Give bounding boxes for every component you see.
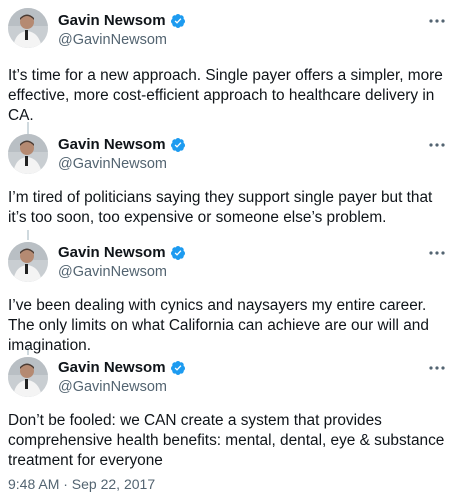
- verified-badge-icon: [170, 138, 185, 152]
- person-avatar-icon: [8, 242, 48, 282]
- author-handle[interactable]: @GavinNewsom: [58, 31, 167, 49]
- person-avatar-icon: [8, 357, 48, 397]
- tweet-text: It’s time for a new approach. Single pay…: [8, 67, 443, 124]
- verified-badge-icon: [170, 246, 185, 260]
- tweet[interactable]: Gavin Newsom @GavinNewsom I’m tired of p…: [0, 124, 460, 234]
- author-handle[interactable]: @GavinNewsom: [58, 378, 167, 396]
- author-name-row[interactable]: Gavin Newsom: [58, 244, 186, 262]
- avatar[interactable]: [8, 242, 48, 282]
- tweet[interactable]: Gavin Newsom @GavinNewsom Don’t be foole…: [0, 347, 460, 475]
- person-avatar-icon: [8, 134, 48, 174]
- tweet[interactable]: Gavin Newsom @GavinNewsom It’s time for …: [0, 0, 460, 124]
- author-name[interactable]: Gavin Newsom: [58, 12, 166, 30]
- tweet-text: I’m tired of politicians saying they sup…: [8, 189, 433, 226]
- verified-badge-icon: [170, 14, 185, 28]
- person-avatar-icon: [8, 8, 48, 48]
- author-name-row[interactable]: Gavin Newsom: [58, 359, 186, 377]
- author-name-row[interactable]: Gavin Newsom: [58, 12, 186, 30]
- author-handle[interactable]: @GavinNewsom: [58, 155, 167, 173]
- avatar[interactable]: [8, 8, 48, 48]
- tweet-timestamp[interactable]: 9:48 AM · Sep 22, 2017: [8, 476, 155, 492]
- author-name[interactable]: Gavin Newsom: [58, 359, 166, 377]
- author-name[interactable]: Gavin Newsom: [58, 244, 166, 262]
- author-handle[interactable]: @GavinNewsom: [58, 263, 167, 281]
- tweet-text: Don’t be fooled: we CAN create a system …: [8, 412, 445, 469]
- more-options-icon[interactable]: [428, 359, 446, 377]
- verified-badge-icon: [170, 361, 185, 375]
- author-name[interactable]: Gavin Newsom: [58, 136, 166, 154]
- tweet[interactable]: Gavin Newsom @GavinNewsom I’ve been deal…: [0, 232, 460, 354]
- avatar[interactable]: [8, 134, 48, 174]
- avatar[interactable]: [8, 357, 48, 397]
- more-options-icon[interactable]: [428, 12, 446, 30]
- more-options-icon[interactable]: [428, 244, 446, 262]
- author-name-row[interactable]: Gavin Newsom: [58, 136, 186, 154]
- more-options-icon[interactable]: [428, 136, 446, 154]
